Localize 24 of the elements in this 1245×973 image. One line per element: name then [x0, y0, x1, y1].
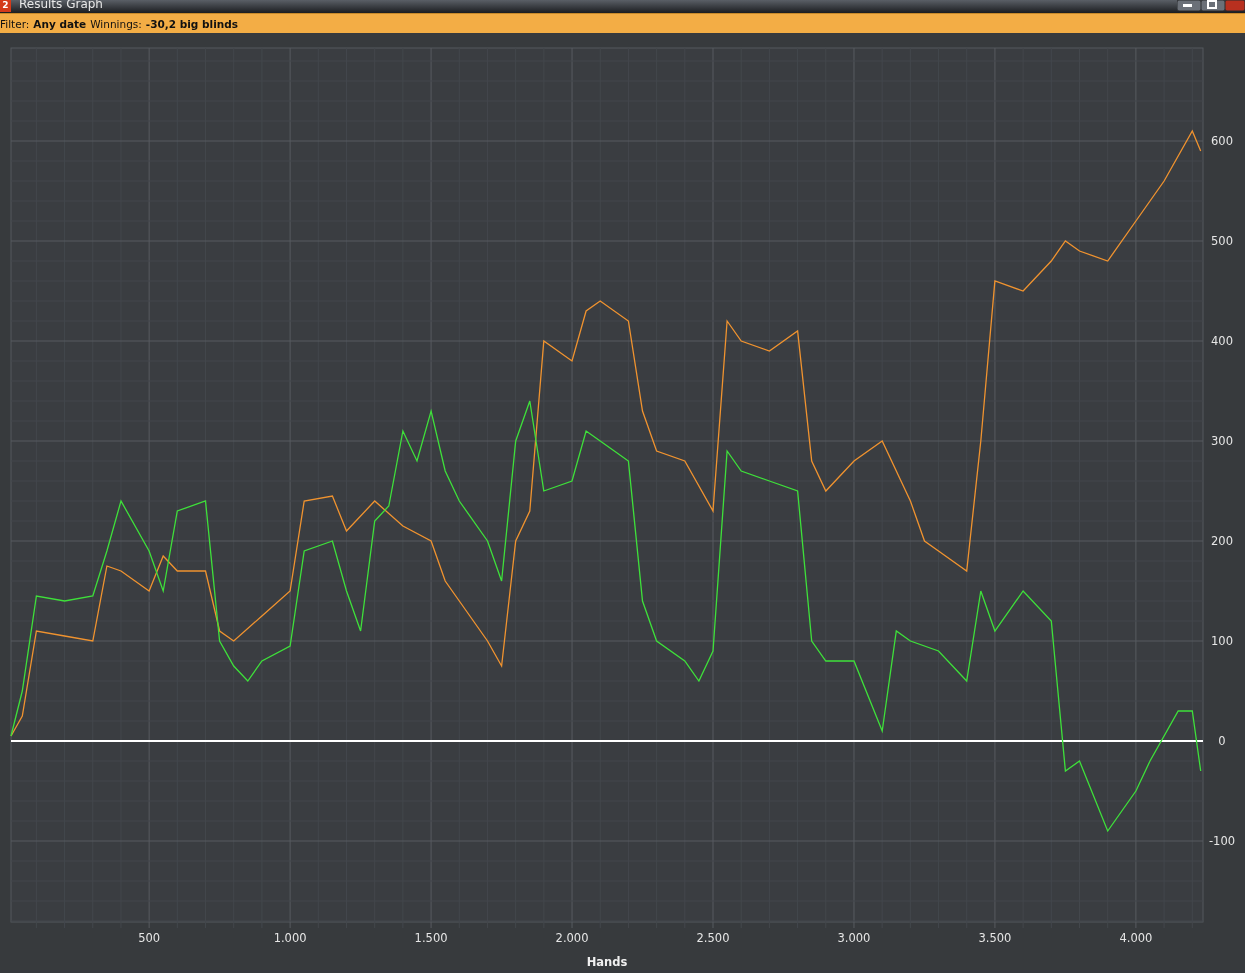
- date-filter: Any date: [33, 17, 87, 32]
- axis-tick-label: -100: [1208, 834, 1236, 848]
- minimize-button[interactable]: [1177, 0, 1201, 11]
- winnings-label: Winnings:: [90, 17, 142, 32]
- axis-tick-label: 400: [1211, 334, 1233, 348]
- axis-tick-label: 100: [1211, 634, 1233, 648]
- axis-tick-label: 200: [1211, 534, 1233, 548]
- winnings-value: -30,2 big blinds: [145, 17, 238, 32]
- axis-tick-label: 600: [1211, 134, 1233, 148]
- axis-tick-label: 1.500: [414, 931, 448, 945]
- axis-title: Hands: [586, 955, 628, 969]
- axis-tick-label: 2.500: [696, 931, 730, 945]
- axis-tick-label: 2.000: [555, 931, 589, 945]
- axis-tick-label: 500: [1211, 234, 1233, 248]
- axis-tick-label: 1.000: [273, 931, 307, 945]
- axis-tick-label: 4.000: [1119, 931, 1153, 945]
- axis-tick-label: 300: [1211, 434, 1233, 448]
- maximize-button[interactable]: [1201, 0, 1225, 11]
- axis-tick-label: 3.500: [978, 931, 1012, 945]
- axis-tick-label: 0: [1218, 734, 1226, 748]
- axis-tick-label: 3.000: [837, 931, 871, 945]
- app-icon: 2: [0, 0, 11, 12]
- axis-tick-label: 500: [138, 931, 161, 945]
- filter-label: Filter:: [0, 17, 30, 32]
